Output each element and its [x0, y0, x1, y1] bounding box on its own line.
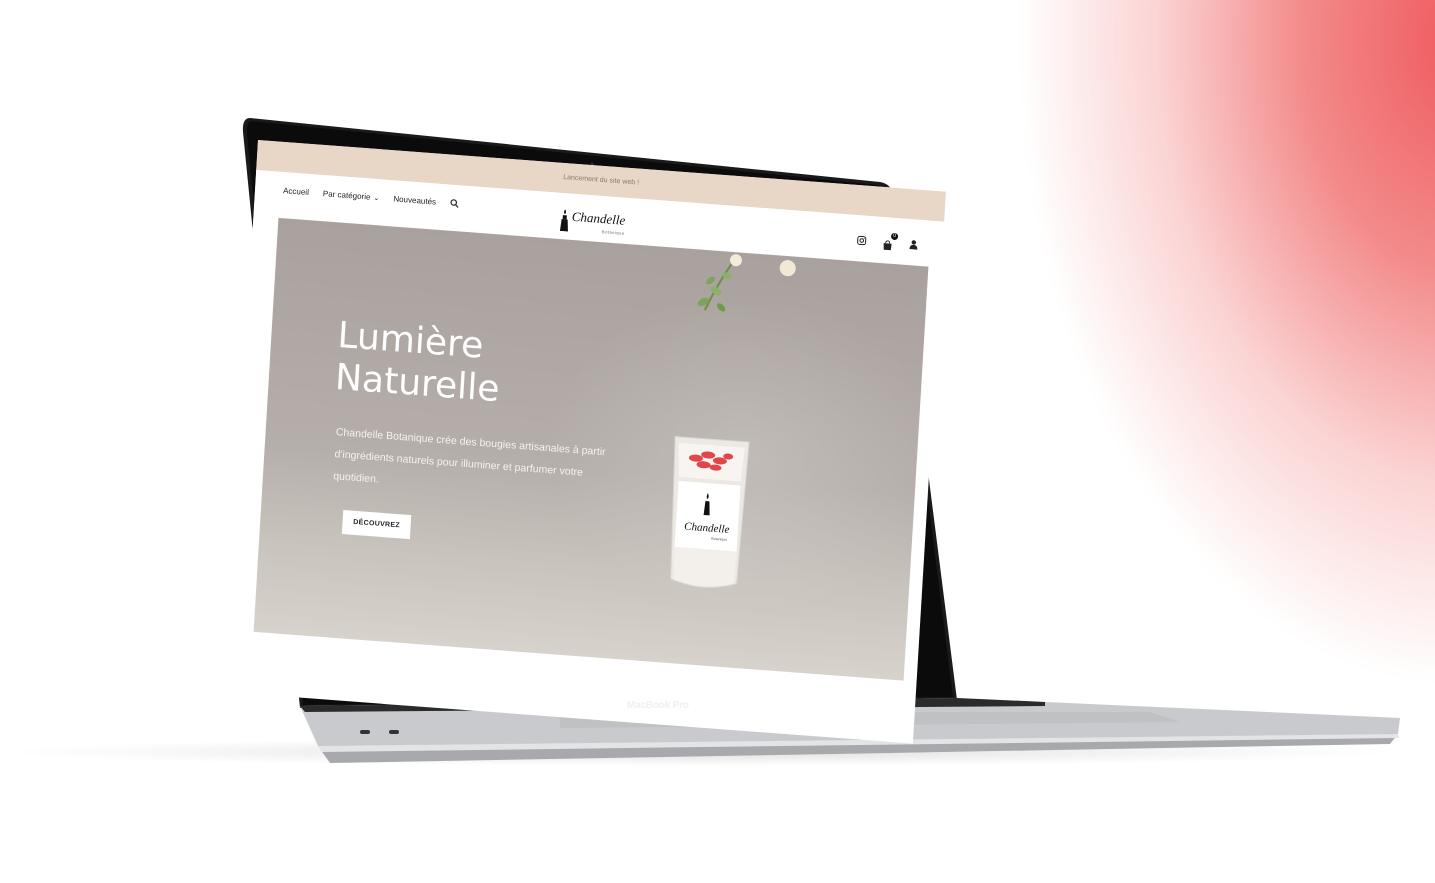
nav-item-label: Par catégorie [322, 189, 371, 202]
hero-title: Lumière Naturelle [334, 315, 599, 419]
nav-item-accueil[interactable]: Accueil [283, 186, 309, 197]
cart-count-badge: 0 [890, 232, 899, 241]
site-logo[interactable]: Chandelle Botanique [559, 207, 626, 236]
hero-description: Chandelle Botanique crée des bougies art… [332, 426, 606, 486]
candle-logo-icon [559, 209, 568, 232]
nav-item-label: Accueil [282, 186, 310, 198]
cart-button[interactable]: 0 [882, 232, 899, 251]
main-nav: Accueil Par catégorie ⌄ Nouveautés [283, 186, 460, 208]
nav-item-par-categorie[interactable]: Par catégorie ⌄ [323, 189, 380, 202]
search-icon[interactable] [450, 199, 460, 209]
user-icon[interactable] [908, 239, 919, 250]
chevron-down-icon: ⌄ [373, 194, 380, 202]
header-icons: 0 [856, 232, 919, 251]
shopping-bag-icon [883, 240, 892, 251]
logo-tagline: Botanique [601, 229, 625, 236]
flower-decoration-image [697, 254, 796, 312]
website-screen: Lancement du site web ! Accueil Par caté… [224, 140, 946, 744]
logo-name: Chandelle [571, 208, 626, 228]
discover-button[interactable]: DÉCOUVREZ [341, 510, 412, 540]
hero-banner: Lumière Naturelle Chandelle Botanique cr… [253, 217, 929, 681]
nav-item-nouveautes[interactable]: Nouveautés [393, 194, 436, 206]
laptop: Lancement du site web ! Accueil Par caté… [0, 0, 1435, 883]
candle-jar-image: Chandelle Botanique [670, 435, 750, 588]
nav-item-label: Nouveautés [393, 194, 437, 207]
device-brand-label: MacBook Pro [627, 700, 689, 711]
instagram-icon[interactable] [856, 235, 867, 246]
